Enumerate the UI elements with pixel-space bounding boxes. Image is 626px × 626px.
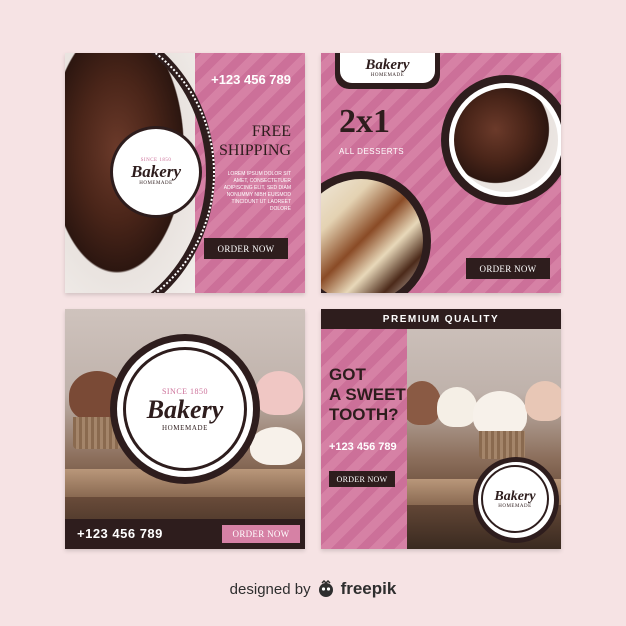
cupcake-frosting bbox=[255, 371, 303, 415]
left-panel bbox=[321, 309, 407, 549]
banner-text: PREMIUM QUALITY bbox=[382, 313, 500, 325]
badge-brand: Bakery bbox=[494, 489, 536, 504]
card1-order-button[interactable]: ORDER NOW bbox=[204, 238, 288, 259]
footer-logo-text: freepik bbox=[340, 579, 397, 598]
freepik-logo-icon bbox=[317, 579, 335, 598]
card-sweet-tooth: PREMIUM QUALITY GOT A SWEET TOOTH? +123 … bbox=[321, 309, 561, 549]
card3-order-button[interactable]: ORDER NOW bbox=[222, 525, 300, 543]
card1-headline-shipping: SHIPPING bbox=[218, 142, 291, 159]
card1-headline-free: FREE bbox=[251, 123, 291, 140]
footer-prefix: designed by bbox=[229, 580, 311, 598]
cupcake-frosting bbox=[403, 381, 441, 425]
card2-order-button[interactable]: ORDER NOW bbox=[466, 258, 550, 279]
logo-tagline: HOMEMADE bbox=[370, 73, 405, 78]
cupcake-frosting bbox=[437, 387, 477, 427]
offer-subtitle: ALL DESSERTS bbox=[339, 147, 405, 156]
offer-2x1: 2x1 bbox=[339, 103, 390, 140]
cupcake-frosting bbox=[525, 381, 561, 421]
headline-a-sweet: A SWEET bbox=[329, 385, 406, 404]
footer-credit: designed by freepik bbox=[0, 577, 626, 601]
badge-tagline: HOMEMADE bbox=[498, 504, 532, 509]
logo-brand: Bakery bbox=[365, 57, 410, 73]
badge-brand: Bakery bbox=[130, 162, 182, 181]
cupcake-wrapper bbox=[479, 431, 525, 459]
badge-tagline: HOMEMADE bbox=[139, 181, 173, 186]
bakery-badge: SINCE 1850 Bakery HOMEMADE bbox=[110, 126, 202, 218]
bakery-badge-small: Bakery HOMEMADE bbox=[481, 465, 549, 533]
top-banner: PREMIUM QUALITY bbox=[321, 309, 561, 329]
headline-tooth: TOOTH? bbox=[329, 405, 399, 424]
card-2x1: Bakery HOMEMADE 2x1 ALL DESSERTS ORDER N… bbox=[321, 53, 561, 293]
cupcake-frosting bbox=[250, 427, 302, 465]
badge-brand: Bakery bbox=[146, 394, 224, 424]
card1-body-text: LOREM IPSUM DOLOR SIT AMET, CONSECTETUER… bbox=[223, 171, 291, 212]
card4-order-button[interactable]: ORDER NOW bbox=[329, 471, 395, 487]
card-cupcakes-badge: SINCE 1850 Bakery HOMEMADE +123 456 789 … bbox=[65, 309, 305, 549]
card3-phone: +123 456 789 bbox=[77, 526, 163, 541]
bakery-badge-large: SINCE 1850 Bakery HOMEMADE bbox=[123, 347, 247, 471]
card-free-shipping: SINCE 1850 Bakery HOMEMADE +123 456 789 … bbox=[65, 53, 305, 293]
cake-photo bbox=[454, 88, 558, 192]
card4-phone: +123 456 789 bbox=[329, 441, 397, 453]
top-logo-inner: Bakery HOMEMADE bbox=[340, 53, 435, 83]
badge-tagline: HOMEMADE bbox=[161, 423, 209, 432]
card1-phone: +123 456 789 bbox=[211, 72, 291, 87]
headline-got: GOT bbox=[329, 365, 366, 384]
